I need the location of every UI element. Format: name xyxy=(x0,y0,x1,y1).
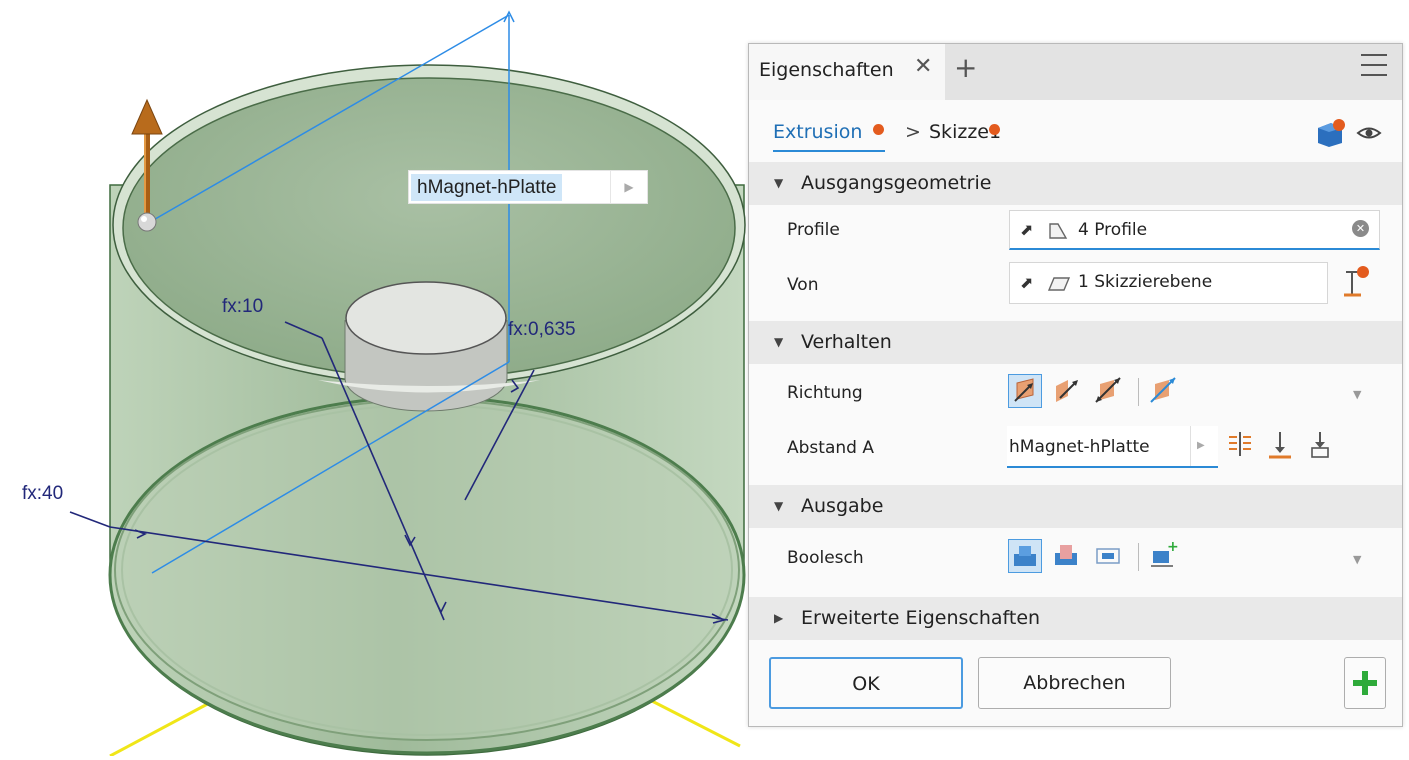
tab-eigenschaften[interactable]: Eigenschaften ✕ xyxy=(749,44,945,100)
plus-icon xyxy=(1353,671,1377,695)
profile-value: 4 Profile xyxy=(1078,220,1148,240)
cursor-arrow-icon: ⬈ xyxy=(1020,220,1034,239)
abstand-value[interactable]: hMagnet-hPlatte xyxy=(1009,437,1150,457)
clear-icon[interactable]: ✕ xyxy=(1352,220,1369,237)
boolean-join-button[interactable] xyxy=(1008,539,1042,573)
properties-panel: Eigenschaften ✕ + Extrusion > Skizze1 ▼ … xyxy=(748,43,1403,727)
dimension-label-fx40[interactable]: fx:40 xyxy=(22,483,63,505)
distance-mode-icon[interactable] xyxy=(1225,429,1255,461)
collapse-triangle-icon: ▼ xyxy=(774,176,784,190)
profile-selector[interactable]: ⬈ 4 Profile ✕ xyxy=(1009,210,1380,250)
plane-icon xyxy=(1048,277,1070,291)
tab-label: Eigenschaften xyxy=(759,59,894,81)
breadcrumb-active-underline xyxy=(773,150,885,152)
breadcrumb-separator: > xyxy=(905,121,921,143)
eye-icon[interactable] xyxy=(1356,124,1382,142)
direction-asymmetric-button[interactable] xyxy=(1147,374,1181,408)
section-verhalten[interactable]: ▼ Verhalten xyxy=(749,321,1402,364)
modified-badge xyxy=(873,124,884,135)
direction-default-button[interactable] xyxy=(1008,374,1042,408)
boolean-cut-button[interactable] xyxy=(1050,539,1084,573)
new-solid-button[interactable]: + xyxy=(1147,539,1181,573)
modified-badge xyxy=(989,124,1000,135)
section-title: Verhalten xyxy=(801,331,892,353)
dropdown-arrow-icon[interactable]: ▼ xyxy=(1353,388,1361,401)
dimension-label-fx10[interactable]: fx:10 xyxy=(222,296,263,318)
apply-add-button[interactable] xyxy=(1344,657,1386,709)
to-next-icon[interactable] xyxy=(1265,429,1295,461)
abstand-label: Abstand A xyxy=(787,438,874,458)
svg-text:+: + xyxy=(1167,539,1179,555)
section-ausgabe[interactable]: ▼ Ausgabe xyxy=(749,485,1402,528)
breadcrumb: Extrusion > Skizze1 xyxy=(749,100,1402,168)
dropdown-arrow-icon[interactable]: ▼ xyxy=(1353,553,1361,566)
distance-input-box[interactable]: hMagnet-hPlatte ▶ xyxy=(408,170,648,204)
direction-symmetric-button[interactable] xyxy=(1092,374,1126,408)
distance-input-value[interactable]: hMagnet-hPlatte xyxy=(411,174,563,201)
ground-axis-line xyxy=(109,698,216,758)
collapse-triangle-icon: ▼ xyxy=(774,335,784,349)
profile-label: Profile xyxy=(787,220,840,240)
direction-flipped-button[interactable] xyxy=(1050,374,1084,408)
breadcrumb-extrusion[interactable]: Extrusion xyxy=(773,121,862,143)
profile-icon xyxy=(1049,223,1068,239)
von-value: 1 Skizzierebene xyxy=(1078,272,1213,292)
to-object-icon[interactable] xyxy=(1305,429,1335,461)
ground-axis-line xyxy=(649,698,741,748)
expand-arrow-icon[interactable]: ▶ xyxy=(610,171,647,203)
section-ausgangsgeometrie[interactable]: ▼ Ausgangsgeometrie xyxy=(749,162,1402,205)
von-selector[interactable]: ⬈ 1 Skizzierebene xyxy=(1009,262,1328,304)
menu-icon[interactable] xyxy=(1361,54,1387,76)
section-erweiterte-eigenschaften[interactable]: ▶ Erweiterte Eigenschaften xyxy=(749,597,1402,640)
bottom-face xyxy=(114,399,740,741)
boolean-intersect-button[interactable] xyxy=(1092,539,1126,573)
add-tab-icon[interactable]: + xyxy=(954,51,977,84)
tab-bar: Eigenschaften ✕ + xyxy=(749,44,1402,100)
dimension-label-fx0635[interactable]: fx:0,635 xyxy=(508,319,576,341)
abstand-input[interactable]: hMagnet-hPlatte ▶ xyxy=(1007,426,1218,468)
cancel-button[interactable]: Abbrechen xyxy=(978,657,1171,709)
expand-arrow-icon[interactable]: ▶ xyxy=(1197,440,1205,451)
ok-button[interactable]: OK xyxy=(769,657,963,709)
part-cube-icon[interactable] xyxy=(1315,118,1347,148)
von-label: Von xyxy=(787,275,819,295)
section-title: Erweiterte Eigenschaften xyxy=(801,607,1041,629)
richtung-label: Richtung xyxy=(787,383,863,403)
section-title: Ausgangsgeometrie xyxy=(801,172,992,194)
collapse-triangle-icon: ▼ xyxy=(774,499,784,513)
cursor-arrow-icon: ⬈ xyxy=(1020,273,1034,292)
boolesch-label: Boolesch xyxy=(787,548,864,568)
expand-triangle-icon: ▶ xyxy=(774,611,784,625)
magnet-pin[interactable] xyxy=(345,281,507,355)
section-title: Ausgabe xyxy=(801,495,884,517)
offset-plane-icon[interactable] xyxy=(1341,266,1371,300)
close-icon[interactable]: ✕ xyxy=(914,54,932,79)
